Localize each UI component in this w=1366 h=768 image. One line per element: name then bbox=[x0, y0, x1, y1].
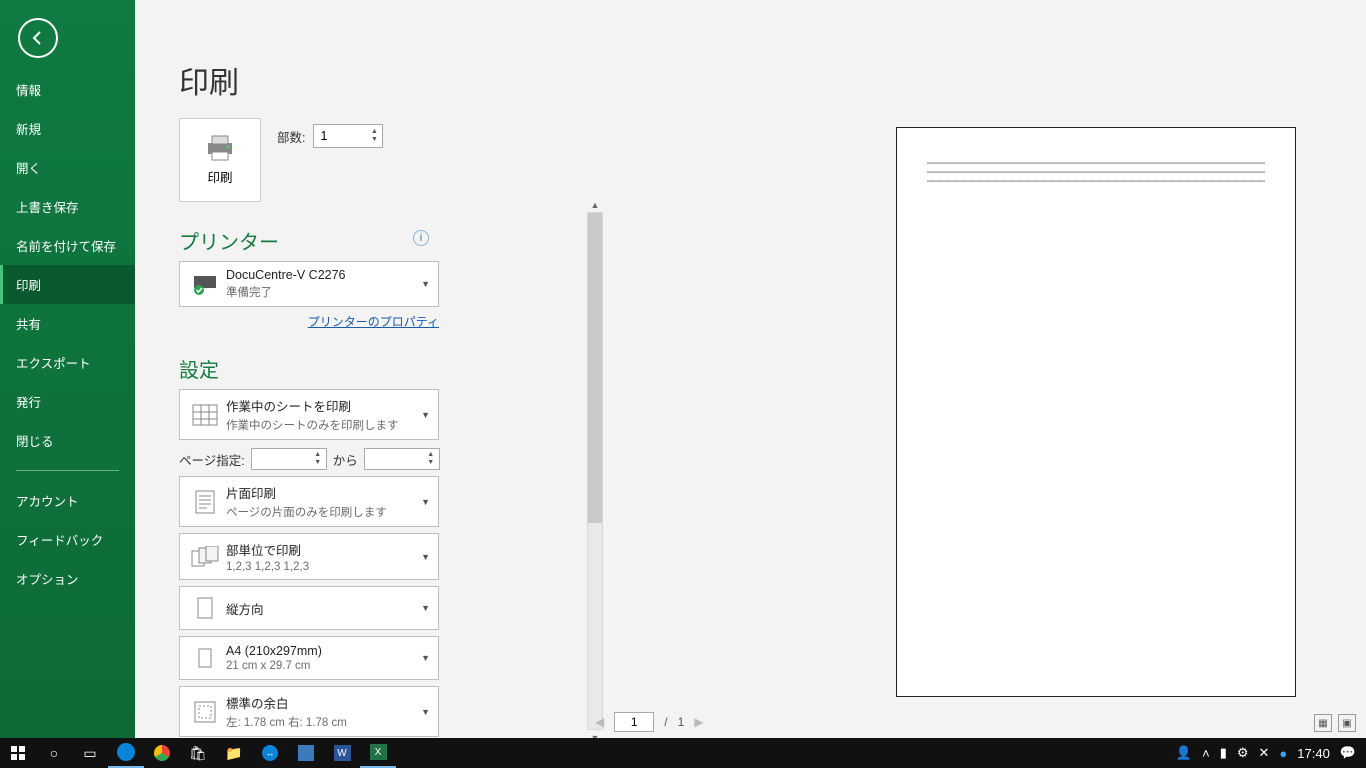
copies-spinner[interactable]: ▲▼ bbox=[313, 124, 383, 148]
print-button[interactable]: 印刷 bbox=[179, 118, 261, 202]
sheets-icon bbox=[188, 400, 222, 430]
margins-icon bbox=[188, 697, 222, 727]
page-icon bbox=[188, 487, 222, 517]
store-taskbar-icon[interactable]: 🛍 bbox=[180, 738, 216, 768]
explorer-taskbar-icon[interactable]: 📁 bbox=[216, 738, 252, 768]
printer-heading: プリンター i bbox=[179, 226, 599, 255]
teamviewer-taskbar-icon[interactable]: ↔ bbox=[252, 738, 288, 768]
task-view-button[interactable]: ▭ bbox=[72, 738, 108, 768]
preview-nav: ◀ / 1 ▶ bbox=[595, 712, 704, 732]
page-from-input[interactable] bbox=[252, 452, 302, 466]
printer-properties-link[interactable]: プリンターのプロパティ bbox=[179, 313, 439, 330]
printer-icon bbox=[205, 135, 235, 161]
collate-icon bbox=[188, 542, 222, 572]
chevron-down-icon: ▼ bbox=[421, 603, 430, 613]
printer-dropdown[interactable]: DocuCentre-V C2276 準備完了 ▼ bbox=[179, 261, 439, 307]
chevron-down-icon: ▼ bbox=[421, 653, 430, 663]
print-backstage: 印刷 印刷 部数: ▲▼ プリンター i bbox=[135, 0, 1366, 738]
print-preview bbox=[896, 127, 1296, 697]
network-tray-icon[interactable]: ✕ bbox=[1259, 745, 1270, 761]
page-from-spinner[interactable]: ▲▼ bbox=[251, 448, 327, 470]
collate-dropdown[interactable]: 部単位で印刷1,2,3 1,2,3 1,2,3 ▼ bbox=[179, 533, 439, 580]
copies-input[interactable] bbox=[314, 129, 364, 143]
page-title: 印刷 bbox=[179, 58, 1366, 102]
page-range-row: ページ指定: ▲▼ から ▲▼ bbox=[179, 448, 599, 470]
printer-status: 準備完了 bbox=[226, 284, 346, 300]
chrome-taskbar-icon[interactable] bbox=[144, 738, 180, 768]
paper-icon bbox=[188, 643, 222, 673]
start-button[interactable] bbox=[0, 738, 36, 768]
sidebar-item-publish[interactable]: 発行 bbox=[0, 382, 135, 421]
sidebar-item-open[interactable]: 開く bbox=[0, 148, 135, 187]
edge-taskbar-icon[interactable] bbox=[108, 738, 144, 768]
portrait-icon bbox=[188, 593, 222, 623]
sidebar-divider bbox=[16, 470, 119, 471]
page-range-label: ページ指定: bbox=[179, 450, 245, 469]
chevron-down-icon: ▼ bbox=[421, 279, 430, 289]
sidebar-item-save[interactable]: 上書き保存 bbox=[0, 187, 135, 226]
scroll-thumb[interactable] bbox=[588, 213, 602, 523]
margins-dropdown[interactable]: 標準の余白左: 1.78 cm 右: 1.78 cm ▼ bbox=[179, 686, 439, 737]
people-tray-icon[interactable]: 👤 bbox=[1176, 745, 1192, 761]
wifi-tray-icon[interactable]: ⚙ bbox=[1237, 745, 1249, 761]
page-to-input[interactable] bbox=[365, 452, 415, 466]
sidebar-item-new[interactable]: 新規 bbox=[0, 109, 135, 148]
action-center-icon[interactable]: 💬 bbox=[1340, 745, 1356, 761]
clock[interactable]: 17:40 bbox=[1297, 746, 1330, 761]
sidebar-item-print[interactable]: 印刷 bbox=[0, 265, 135, 304]
page-range-sep: から bbox=[333, 450, 358, 469]
chevron-down-icon: ▼ bbox=[421, 410, 430, 420]
orientation-dropdown[interactable]: 縦方向 ▼ bbox=[179, 586, 439, 630]
sidebar-item-share[interactable]: 共有 bbox=[0, 304, 135, 343]
settings-heading: 設定 bbox=[179, 354, 599, 383]
prev-page-icon[interactable]: ◀ bbox=[595, 715, 604, 729]
windows-taskbar: ○ ▭ 🛍 📁 ↔ W X 👤 ˄ ▮ ⚙ ✕ ● 17:40 💬 bbox=[0, 738, 1366, 768]
next-page-icon[interactable]: ▶ bbox=[694, 715, 703, 729]
scroll-up-icon[interactable]: ▲ bbox=[588, 198, 602, 213]
battery-tray-icon[interactable]: ▮ bbox=[1220, 745, 1227, 761]
backstage-sidebar: 情報 新規 開く 上書き保存 名前を付けて保存 印刷 共有 エクスポート 発行 … bbox=[0, 0, 135, 738]
sidebar-item-info[interactable]: 情報 bbox=[0, 70, 135, 109]
sidebar-item-close[interactable]: 閉じる bbox=[0, 421, 135, 460]
print-button-label: 印刷 bbox=[207, 167, 232, 186]
chevron-down-icon: ▼ bbox=[421, 497, 430, 507]
page-to-spinner[interactable]: ▲▼ bbox=[364, 448, 440, 470]
tray-chevron-icon[interactable]: ˄ bbox=[1202, 746, 1210, 761]
sidebar-item-saveas[interactable]: 名前を付けて保存 bbox=[0, 226, 135, 265]
current-page-input[interactable] bbox=[614, 712, 654, 732]
chevron-down-icon: ▼ bbox=[421, 552, 430, 562]
preview-content bbox=[927, 162, 1265, 189]
spinner-down-icon[interactable]: ▼ bbox=[368, 136, 380, 144]
copies-label: 部数: bbox=[277, 127, 305, 146]
print-what-dropdown[interactable]: 作業中のシートを印刷作業中のシートのみを印刷します ▼ bbox=[179, 389, 439, 440]
show-margins-button[interactable]: ▦ bbox=[1314, 714, 1332, 732]
sides-dropdown[interactable]: 片面印刷ページの片面のみを印刷します ▼ bbox=[179, 476, 439, 527]
printer-name: DocuCentre-V C2276 bbox=[226, 268, 346, 282]
sidebar-item-export[interactable]: エクスポート bbox=[0, 343, 135, 382]
app-taskbar-icon[interactable] bbox=[288, 738, 324, 768]
info-icon[interactable]: i bbox=[413, 230, 429, 246]
zoom-to-page-button[interactable]: ▣ bbox=[1338, 714, 1356, 732]
paper-size-dropdown[interactable]: A4 (210x297mm)21 cm x 29.7 cm ▼ bbox=[179, 636, 439, 680]
total-pages: 1 bbox=[678, 715, 685, 729]
cortana-button[interactable]: ○ bbox=[36, 738, 72, 768]
word-taskbar-icon[interactable]: W bbox=[324, 738, 360, 768]
back-button[interactable] bbox=[18, 18, 58, 58]
onedrive-tray-icon[interactable]: ● bbox=[1279, 746, 1287, 761]
chevron-down-icon: ▼ bbox=[421, 707, 430, 717]
excel-taskbar-icon[interactable]: X bbox=[360, 738, 396, 768]
sidebar-item-account[interactable]: アカウント bbox=[0, 481, 135, 520]
sidebar-item-options[interactable]: オプション bbox=[0, 559, 135, 598]
sidebar-item-feedback[interactable]: フィードバック bbox=[0, 520, 135, 559]
spinner-up-icon[interactable]: ▲ bbox=[368, 128, 380, 136]
printer-status-icon bbox=[188, 269, 222, 299]
settings-scrollbar[interactable]: ▲ ▼ bbox=[587, 212, 603, 730]
